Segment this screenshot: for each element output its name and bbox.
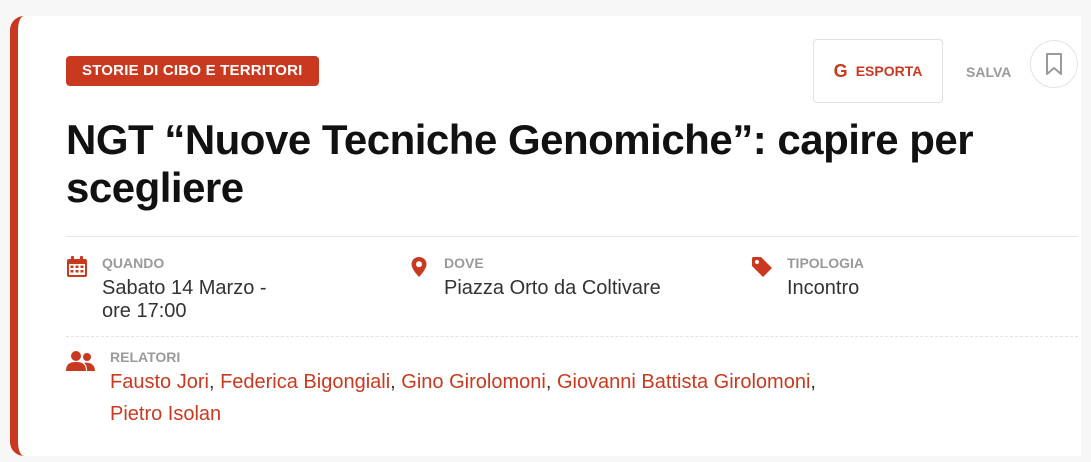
calendar-icon bbox=[67, 256, 87, 277]
where-value: Piazza Orto da Coltivare bbox=[444, 277, 661, 299]
when-label: QUANDO bbox=[102, 255, 165, 271]
when-value: Sabato 14 Marzo - ore 17:00 bbox=[102, 277, 267, 323]
speaker-link[interactable]: Federica Bigongiali bbox=[220, 371, 390, 393]
speakers-list: Fausto Jori, Federica Bigongiali, Gino G… bbox=[110, 371, 816, 425]
speakers-label: RELATORI bbox=[110, 349, 181, 365]
export-label: ESPORTA bbox=[855, 63, 923, 79]
save-label[interactable]: SALVA bbox=[966, 64, 1011, 80]
export-button[interactable]: G ESPORTA bbox=[813, 39, 943, 103]
when-value-line2: ore 17:00 bbox=[102, 300, 187, 322]
where-label: DOVE bbox=[444, 255, 484, 271]
speaker-link[interactable]: Fausto Jori bbox=[110, 371, 209, 393]
category-badge: STORIE DI CIBO E TERRITORI bbox=[66, 56, 319, 86]
users-icon bbox=[66, 351, 95, 371]
speaker-link[interactable]: Giovanni Battista Girolomoni bbox=[557, 371, 810, 393]
tag-icon bbox=[752, 257, 772, 277]
bookmark-icon bbox=[1046, 53, 1062, 75]
type-label: TIPOLOGIA bbox=[787, 255, 864, 271]
speakers-section: RELATORI Fausto Jori, Federica Bigongial… bbox=[66, 350, 990, 430]
when-info: QUANDO Sabato 14 Marzo - ore 17:00 bbox=[66, 256, 267, 323]
google-icon: G bbox=[833, 60, 848, 81]
map-pin-icon bbox=[411, 257, 427, 277]
divider bbox=[66, 336, 1078, 337]
type-value: Incontro bbox=[787, 277, 860, 299]
type-info: TIPOLOGIA Incontro bbox=[751, 256, 864, 300]
speaker-link[interactable]: Pietro Isolan bbox=[110, 403, 221, 425]
divider bbox=[66, 236, 1078, 237]
speaker-link[interactable]: Gino Girolomoni bbox=[401, 371, 546, 393]
where-info: DOVE Piazza Orto da Coltivare bbox=[408, 256, 661, 300]
event-title: NGT “Nuove Tecniche Genomiche”: capire p… bbox=[66, 116, 974, 211]
bookmark-button[interactable] bbox=[1030, 40, 1078, 88]
event-card: STORIE DI CIBO E TERRITORI G ESPORTA SAL… bbox=[10, 16, 1081, 456]
when-value-line1: Sabato 14 Marzo - bbox=[102, 277, 267, 299]
